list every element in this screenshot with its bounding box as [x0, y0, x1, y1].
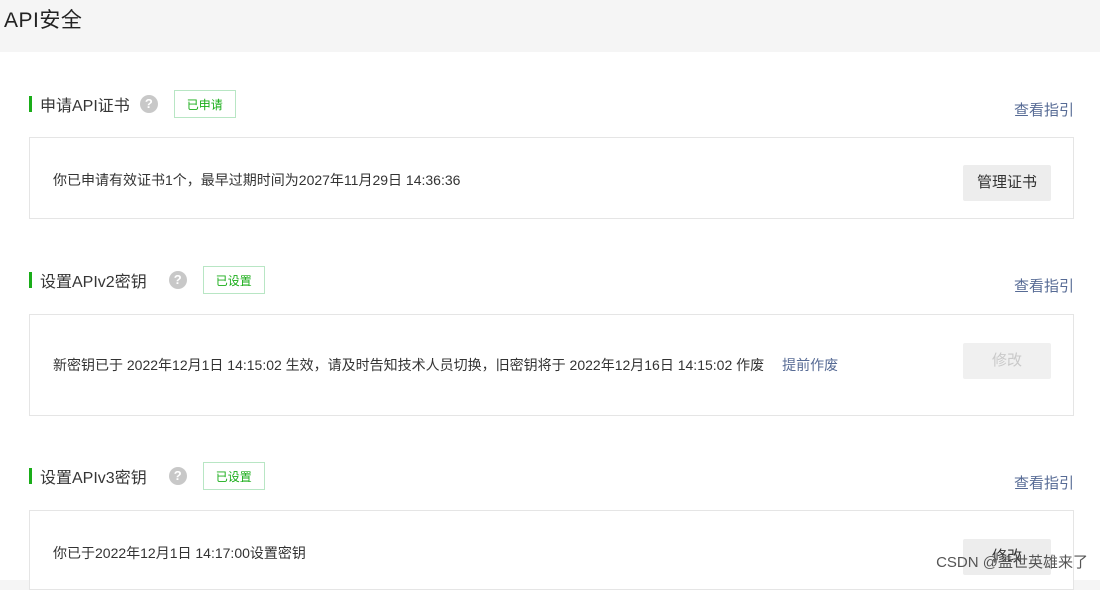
manage-certificate-button[interactable]: 管理证书: [963, 165, 1051, 201]
help-icon[interactable]: ?: [140, 95, 158, 113]
view-guide-link[interactable]: 查看指引: [1014, 99, 1074, 120]
apiv2-key-message: 新密钥已于 2022年12月1日 14:15:02 生效，请及时告知技术人员切换…: [53, 357, 764, 373]
certificate-info-text: 你已申请有效证书1个，最早过期时间为2027年11月29日 14:36:36: [53, 170, 460, 190]
section-header-apiv2-key: 设置APIv2密钥 ? 已设置: [29, 265, 265, 295]
revoke-early-link[interactable]: 提前作废: [782, 357, 838, 373]
apiv2-key-card: 新密钥已于 2022年12月1日 14:15:02 生效，请及时告知技术人员切换…: [29, 314, 1074, 416]
section-accent-bar: [29, 468, 32, 484]
help-icon[interactable]: ?: [169, 271, 187, 289]
status-badge: 已设置: [203, 462, 265, 490]
api-certificate-card: 你已申请有效证书1个，最早过期时间为2027年11月29日 14:36:36 管…: [29, 137, 1074, 219]
main-content: 申请API证书 ? 已申请 查看指引 你已申请有效证书1个，最早过期时间为202…: [0, 52, 1100, 580]
view-guide-link[interactable]: 查看指引: [1014, 275, 1074, 296]
modify-apiv3-button[interactable]: 修改: [963, 539, 1051, 575]
status-badge: 已申请: [174, 90, 236, 118]
section-title: 申请API证书: [40, 92, 130, 116]
apiv3-key-card: 你已于2022年12月1日 14:17:00设置密钥 修改: [29, 510, 1074, 590]
section-title: 设置APIv2密钥: [40, 268, 147, 292]
apiv2-key-info: 新密钥已于 2022年12月1日 14:15:02 生效，请及时告知技术人员切换…: [53, 355, 838, 375]
view-guide-link[interactable]: 查看指引: [1014, 472, 1074, 493]
section-accent-bar: [29, 96, 32, 112]
help-icon[interactable]: ?: [169, 467, 187, 485]
section-header-api-certificate: 申请API证书 ? 已申请: [29, 89, 236, 119]
section-header-apiv3-key: 设置APIv3密钥 ? 已设置: [29, 461, 265, 491]
section-accent-bar: [29, 272, 32, 288]
section-title: 设置APIv3密钥: [40, 464, 147, 488]
apiv3-key-info: 你已于2022年12月1日 14:17:00设置密钥: [53, 543, 306, 563]
modify-apiv2-button[interactable]: 修改: [963, 343, 1051, 379]
status-badge: 已设置: [203, 266, 265, 294]
page-title: API安全: [4, 4, 82, 34]
